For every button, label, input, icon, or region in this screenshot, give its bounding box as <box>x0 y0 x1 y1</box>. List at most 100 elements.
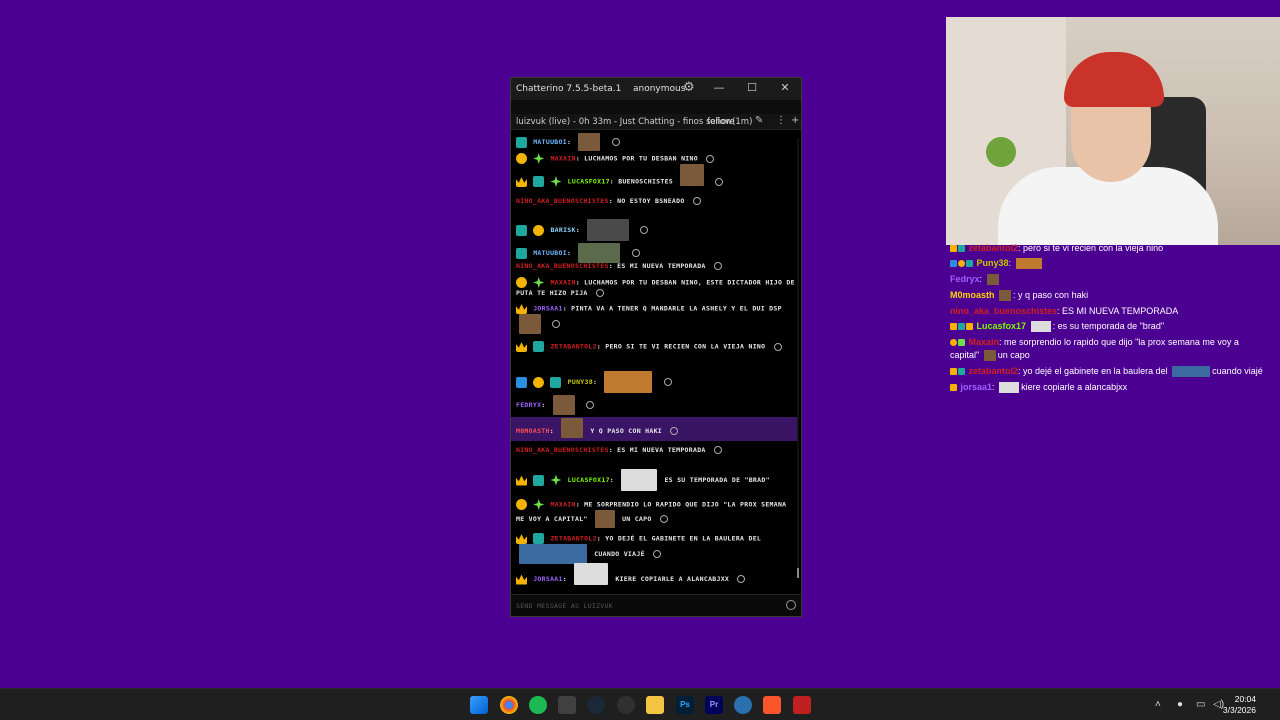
spotify-icon[interactable] <box>529 696 547 714</box>
emote-image[interactable] <box>594 510 615 528</box>
chat-nick[interactable]: LUCASFOX17 <box>568 178 610 186</box>
webcam-plant <box>986 137 1016 167</box>
account-switcher[interactable]: anonymous <box>633 84 685 94</box>
reply-icon[interactable] <box>585 401 594 409</box>
chat-nick[interactable]: FEDRYX <box>516 401 541 409</box>
reply-icon[interactable] <box>715 177 724 186</box>
chat-message: MAXAIN: LUCHAMOS POR TU DESBAN NINO <box>511 153 797 164</box>
windows-start-icon[interactable] <box>470 696 488 714</box>
chat-message: MAXAIN: ME SORPRENDIO LO RAPIDO QUE DIJO… <box>511 499 797 528</box>
chat-message: JORSAA1: KIERE COPIARLE A ALANCABJXX <box>511 563 797 585</box>
microphone-icon[interactable]: ● <box>1177 699 1183 710</box>
chat-nick[interactable]: BARISK <box>550 226 575 234</box>
pencil-icon[interactable]: ✎ <box>755 115 763 126</box>
chrome-icon[interactable] <box>500 696 518 714</box>
emote-image[interactable] <box>587 219 630 241</box>
chatterino-icon[interactable] <box>734 696 752 714</box>
overlay-message: zetabantol2: pero si te vi recien con la… <box>950 242 1163 254</box>
reply-icon[interactable] <box>595 289 604 297</box>
chatterino-window: Chatterino 7.5.5-beta.1 anonymous ⚙ — ☐ … <box>510 77 802 617</box>
premiere-icon[interactable]: Pr <box>705 696 723 714</box>
maximize-button[interactable]: ☐ <box>742 81 762 97</box>
overlay-message: capital" un capo <box>950 349 1030 362</box>
chat-nick[interactable]: MATUUBOI <box>533 138 567 146</box>
overlay-emote <box>983 350 996 362</box>
network-icon[interactable]: ▭ <box>1196 699 1205 710</box>
discord-icon[interactable] <box>558 696 576 714</box>
reply-icon[interactable] <box>663 378 672 386</box>
window-titlebar[interactable]: Chatterino 7.5.5-beta.1 anonymous ⚙ — ☐ … <box>511 78 801 100</box>
sub-badge-icon <box>516 499 527 510</box>
chat-message-list[interactable]: MATUUBOI: MAXAIN: LUCHAMOS POR TU DESBAN… <box>511 131 801 591</box>
steam-icon[interactable] <box>587 696 605 714</box>
gear-icon[interactable]: ⚙ <box>683 80 695 95</box>
chat-nick[interactable]: NINO_AKA_BUENOSCHISTES <box>516 446 609 454</box>
split-header[interactable]: luizvuk (live) - 0h 33m - Just Chatting … <box>511 114 801 130</box>
reply-icon[interactable] <box>737 575 746 583</box>
reply-icon[interactable] <box>659 515 668 523</box>
chat-nick[interactable]: NINO_AKA_BUENOSCHISTES <box>516 262 609 270</box>
chat-nick[interactable]: MAXAIN <box>550 279 575 287</box>
chat-nick[interactable]: PUNY38 <box>568 378 593 386</box>
system-clock[interactable]: 20:04 3/3/2026 <box>1223 694 1256 716</box>
reply-icon[interactable] <box>713 262 722 270</box>
minimize-button[interactable]: — <box>709 81 729 97</box>
chat-nick[interactable]: M0MOASTH <box>516 427 550 435</box>
chat-nick[interactable]: MATUUBOI <box>533 249 567 257</box>
chat-nick[interactable]: JORSAA1 <box>533 575 563 583</box>
reply-icon[interactable] <box>670 427 679 435</box>
file-explorer-icon[interactable] <box>646 696 664 714</box>
emote-image[interactable] <box>604 371 653 393</box>
chat-nick[interactable]: ZETABANTOL2 <box>550 343 596 351</box>
reply-icon[interactable] <box>552 320 561 328</box>
emote-image[interactable] <box>621 469 658 491</box>
reply-icon[interactable] <box>653 550 661 558</box>
reply-icon[interactable] <box>773 342 782 351</box>
ok-badge-icon <box>516 247 527 259</box>
ok-badge-icon <box>533 341 545 352</box>
emoji-picker-icon[interactable] <box>786 600 796 610</box>
emote-image[interactable] <box>552 395 575 415</box>
emote-image[interactable] <box>519 314 541 334</box>
emote-image[interactable] <box>578 243 621 263</box>
chevron-up-icon[interactable]: ˄ <box>1155 699 1161 710</box>
add-split-icon[interactable]: + <box>791 115 799 126</box>
scrollbar[interactable] <box>797 138 799 578</box>
scrollbar-thumb[interactable] <box>797 568 799 578</box>
overlay-emote <box>1172 366 1211 378</box>
star-badge-icon <box>958 339 965 347</box>
reply-icon[interactable] <box>713 446 722 454</box>
channel-info: luizvuk (live) - 0h 33m - Just Chatting … <box>516 116 735 127</box>
reply-icon[interactable] <box>611 138 620 146</box>
overlay-text: : ES MI NUEVA TEMPORADA <box>1057 306 1179 316</box>
chat-nick[interactable]: LUCASFOX17 <box>568 476 610 484</box>
chat-nick[interactable]: JORSAA1 <box>533 305 563 313</box>
close-button[interactable]: ✕ <box>775 81 795 97</box>
emote-image[interactable] <box>574 563 609 585</box>
chat-nick[interactable]: MAXAIN <box>550 155 575 163</box>
obs-icon[interactable] <box>617 696 635 714</box>
reply-icon[interactable] <box>706 154 715 163</box>
more-options-icon[interactable]: ⋮ <box>776 115 786 126</box>
emote-image[interactable] <box>561 418 584 438</box>
emote-image[interactable] <box>519 544 587 564</box>
chat-message: FEDRYX: <box>511 395 797 415</box>
chat-nick[interactable]: MAXAIN <box>550 501 575 509</box>
emote-image[interactable] <box>578 133 601 151</box>
reply-icon[interactable] <box>631 249 640 257</box>
overlay-text: : <box>992 382 995 392</box>
reply-icon[interactable] <box>640 226 649 234</box>
message-input[interactable]: SEND MESSAGE AS LUIZVUK <box>511 594 801 616</box>
photoshop-icon[interactable]: Ps <box>676 696 694 714</box>
emote-image[interactable] <box>680 163 705 186</box>
chat-nick[interactable]: NINO_AKA_BUENOSCHISTES <box>516 197 609 205</box>
gift-badge-icon <box>966 323 973 331</box>
chat-message: MATUUBOI: <box>511 243 797 263</box>
overlay-nick: Puny38 <box>976 258 1009 268</box>
chat-mode-indicator[interactable]: follow(1m) <box>707 117 752 127</box>
reply-icon[interactable] <box>692 197 701 205</box>
chat-message: NINO_AKA_BUENOSCHISTES: ES MI NUEVA TEMP… <box>511 261 797 271</box>
brave-icon[interactable] <box>763 696 781 714</box>
kick-icon[interactable] <box>793 696 811 714</box>
chat-nick[interactable]: ZETABANTOL2 <box>550 535 596 543</box>
